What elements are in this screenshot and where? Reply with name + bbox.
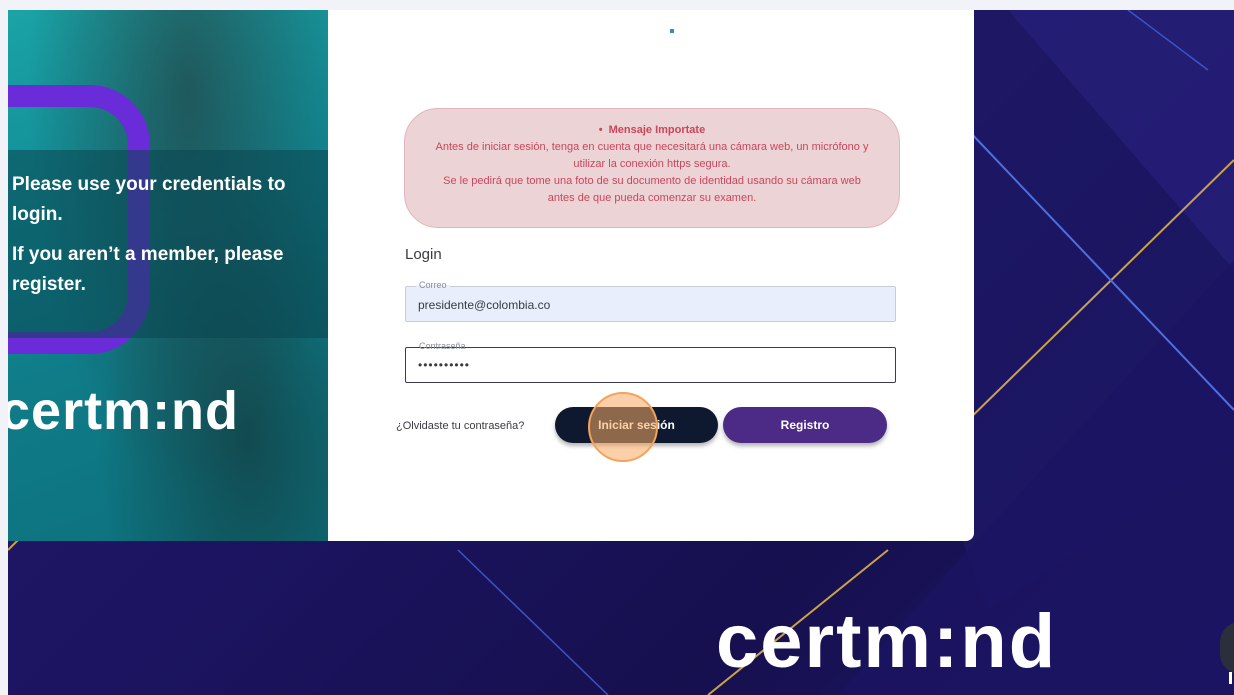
click-indicator xyxy=(588,392,658,462)
register-button[interactable]: Registro xyxy=(723,407,887,443)
floating-button-icon xyxy=(1229,672,1232,684)
alert-body-1: Antes de iniciar sesión, tenga en cuenta… xyxy=(435,141,869,170)
hero-image-panel: Please use your credentials to login. If… xyxy=(8,10,328,541)
email-field[interactable]: Correo presidente@colombia.co xyxy=(405,280,896,322)
password-label: Contraseña xyxy=(416,341,469,351)
footer-logo: certm:nd xyxy=(716,599,1058,684)
loading-dot xyxy=(670,29,674,33)
alert-title-text: Mensaje Importate xyxy=(608,124,706,136)
login-title: Login xyxy=(405,246,442,263)
password-value: •••••••••• xyxy=(418,358,471,372)
hero-line-2: If you aren’t a member, please register. xyxy=(12,244,284,295)
email-label: Correo xyxy=(416,280,450,290)
login-card: • Mensaje Importate Antes de iniciar sesi… xyxy=(328,10,974,541)
important-message-alert: • Mensaje Importate Antes de iniciar sesi… xyxy=(404,108,900,228)
hero-line-1: Please use your credentials to login. xyxy=(12,174,286,225)
bullet-icon: • xyxy=(598,124,603,136)
password-field[interactable]: Contraseña •••••••••• xyxy=(405,341,896,383)
hero-logo: certm:nd xyxy=(8,381,240,441)
forgot-password-link[interactable]: ¿Olvidaste tu contraseña? xyxy=(396,420,524,432)
alert-body-2: Se le pedirá que tome una foto de su doc… xyxy=(443,175,861,204)
email-value: presidente@colombia.co xyxy=(418,298,551,312)
alert-title: • Mensaje Importate xyxy=(405,122,899,139)
hero-message: Please use your credentials to login. If… xyxy=(12,170,322,310)
